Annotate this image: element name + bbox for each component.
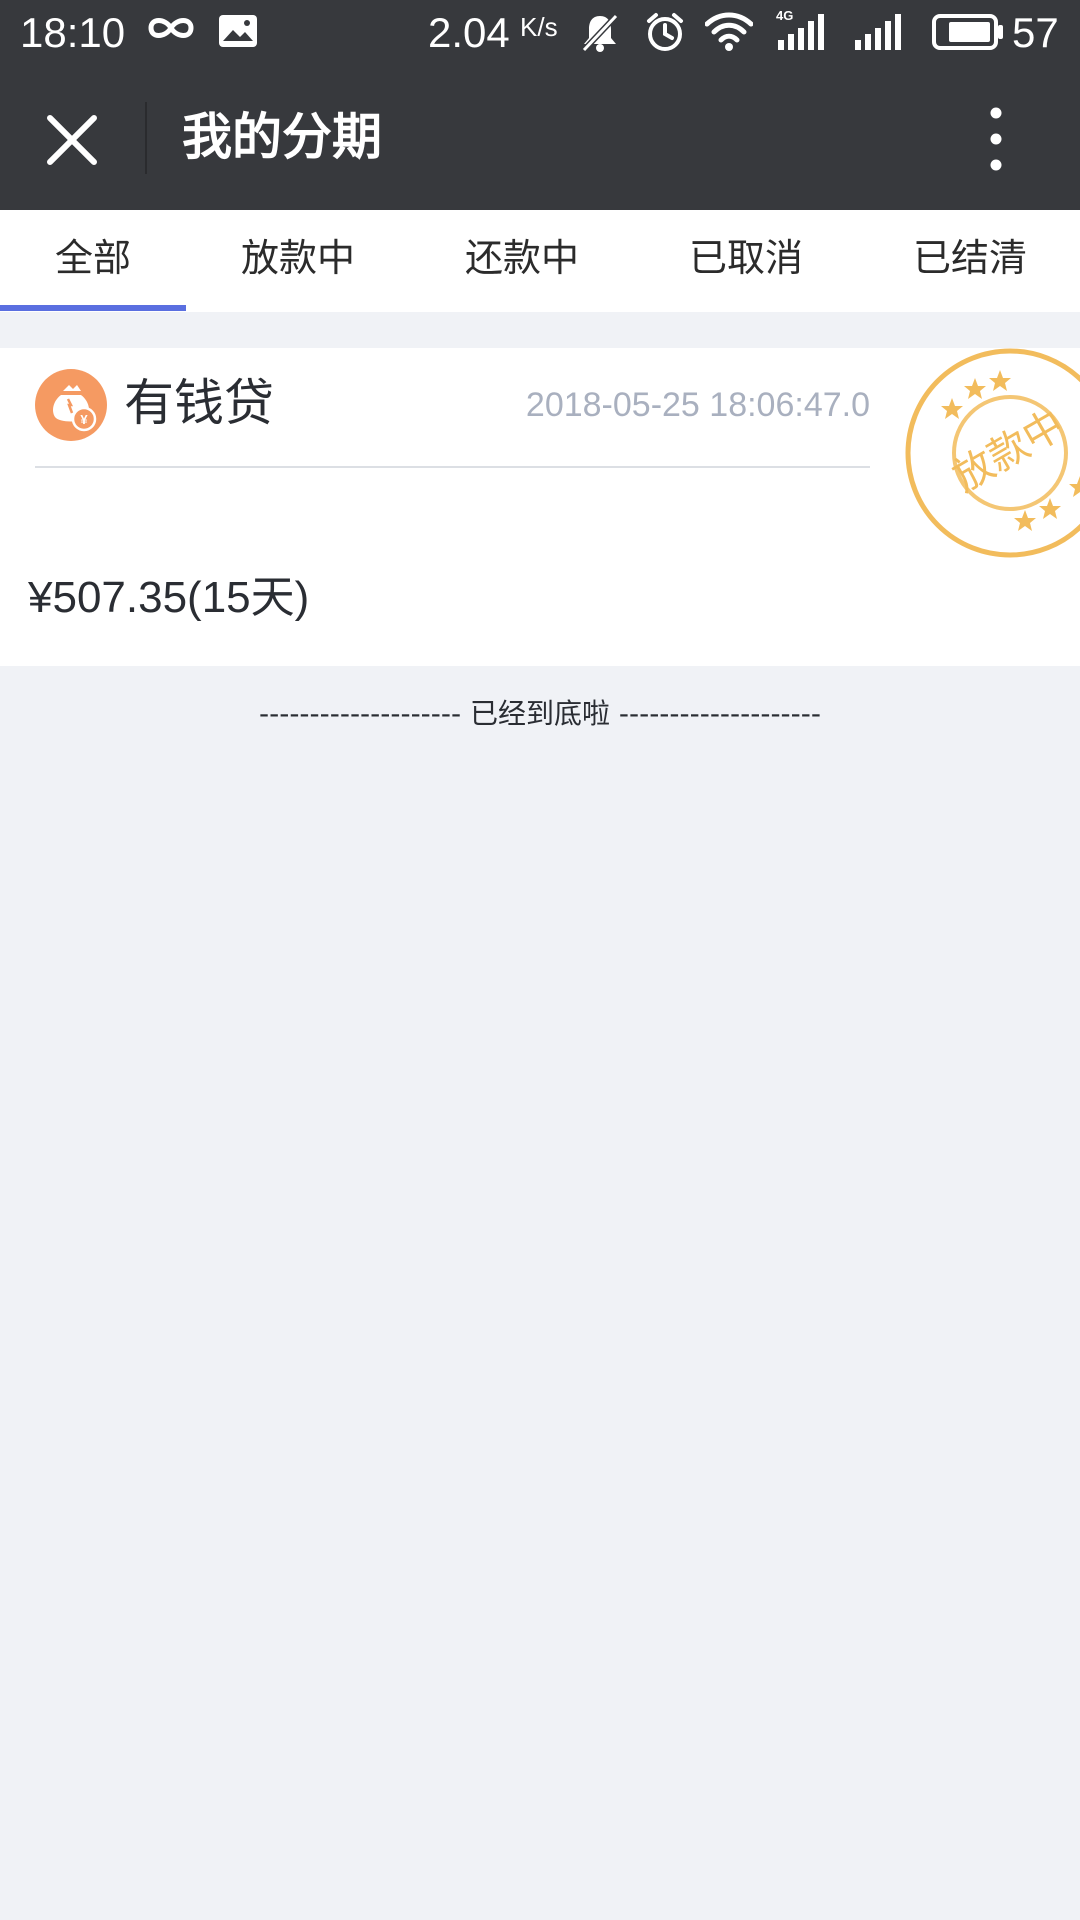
title-divider: [145, 102, 147, 174]
battery-icon: [932, 14, 1003, 50]
wifi-icon: [705, 12, 753, 51]
end-of-list-text: -------------------- 已经到底啦 -------------…: [259, 697, 821, 730]
svg-text:¥: ¥: [80, 412, 88, 427]
card-divider: [35, 466, 870, 468]
loan-datetime: 2018-05-25 18:06:47.0: [525, 386, 870, 424]
tab-settled[interactable]: 已结清: [872, 210, 1068, 312]
tab-cancelled[interactable]: 已取消: [648, 210, 844, 312]
gallery-icon: [219, 15, 257, 47]
tab-repaying[interactable]: 还款中: [424, 210, 620, 312]
tab-active-indicator: [0, 305, 186, 311]
page-title: 我的分期: [182, 108, 382, 166]
more-vertical-icon[interactable]: [984, 104, 1008, 174]
lender-name: 有钱贷: [124, 374, 274, 432]
mute-icon: [581, 13, 619, 53]
network-speed-unit: K/s: [520, 12, 558, 42]
close-icon[interactable]: [44, 112, 100, 168]
battery-level: 57: [1012, 9, 1059, 56]
loan-card[interactable]: ¥ 有钱贷 2018-05-25 18:06:47.0 ¥507.35(15天)…: [0, 348, 1080, 666]
signal-4g-icon: [778, 14, 824, 50]
loan-amount: ¥507.35(15天): [28, 573, 310, 622]
status-stamp: 放款中: [905, 348, 1080, 558]
signal-icon: [855, 14, 901, 50]
network-speed: 2.04: [428, 9, 510, 56]
tab-all[interactable]: 全部: [0, 210, 186, 312]
money-bag-icon: ¥: [35, 369, 107, 441]
title-bar: 我的分期: [0, 64, 1080, 210]
infinity-icon: [148, 18, 194, 38]
alarm-icon: [647, 13, 683, 51]
filter-tabs: 全部 放款中 还款中 已取消 已结清: [0, 210, 1080, 312]
tab-disbursing[interactable]: 放款中: [200, 210, 396, 312]
status-time: 18:10: [20, 9, 126, 56]
status-bar: 18:10 2.04 K/s 4G 57: [0, 0, 1080, 64]
